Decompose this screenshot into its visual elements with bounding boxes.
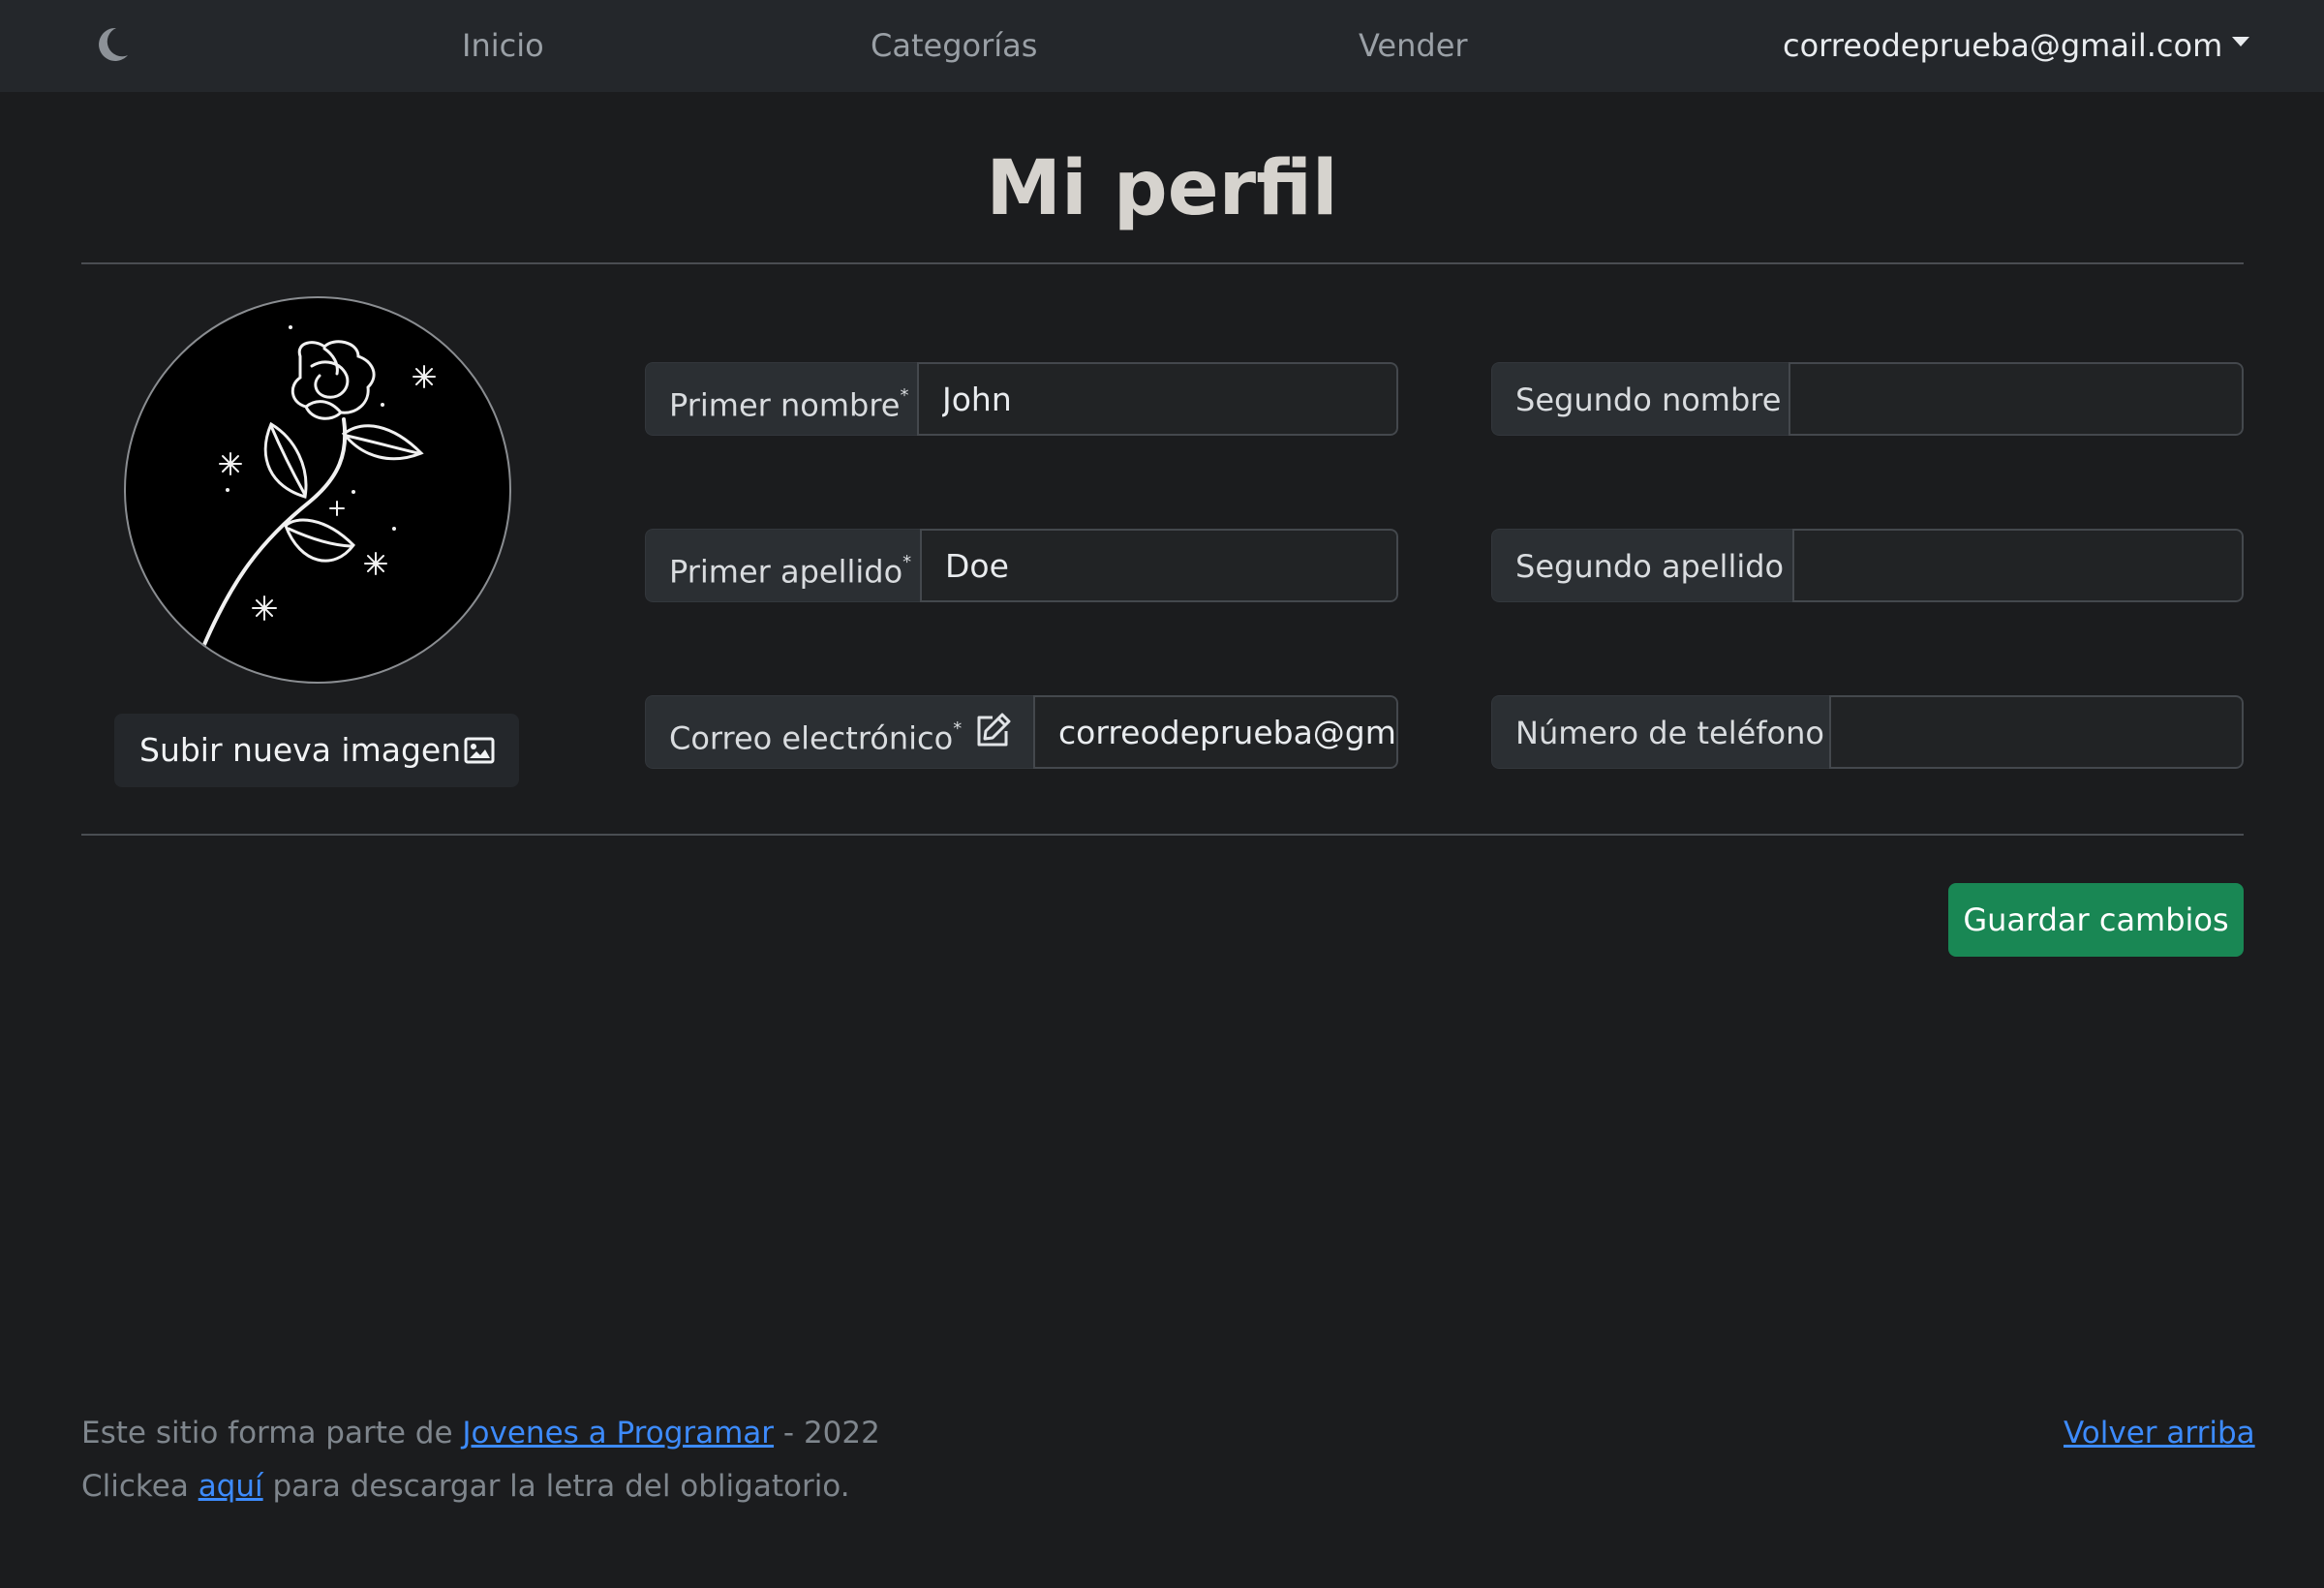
telefono-group: Número de teléfono [1491,695,2244,769]
primer-apellido-input[interactable] [920,529,1398,602]
avatar [124,296,511,684]
primer-apellido-label: Primer apellido* [645,529,920,602]
rose-illustration [201,325,436,649]
telefono-input[interactable] [1829,695,2244,769]
image-icon [464,737,495,764]
segundo-apellido-input[interactable] [1792,529,2244,602]
footer-credit: Este sitio forma parte de Jovenes a Prog… [81,1416,880,1451]
moon-icon[interactable] [95,26,130,63]
primer-apellido-group: Primer apellido* [645,529,1398,602]
save-button[interactable]: Guardar cambios [1948,883,2244,957]
nav-link-inicio[interactable]: Inicio [462,0,544,92]
page-title: Mi perfil [986,145,1338,232]
user-dropdown[interactable]: correodeprueba@gmail.com [1783,0,2250,92]
segundo-nombre-label: Segundo nombre [1491,362,1789,436]
footer-download: Clickea aquí para descargar la letra del… [81,1469,850,1504]
correo-group: Correo electrónico* [645,695,1398,769]
segundo-apellido-group: Segundo apellido [1491,529,2244,602]
upload-image-button[interactable]: Subir nueva imagen [114,714,519,787]
nav-link-vender[interactable]: Vender [1359,0,1468,92]
caret-down-icon [2232,37,2250,46]
primer-nombre-group: Primer nombre* [645,362,1398,436]
back-to-top-link[interactable]: Volver arriba [2064,1416,2255,1451]
telefono-label: Número de teléfono [1491,695,1829,769]
correo-input[interactable] [1033,695,1398,769]
nav-link-categorias[interactable]: Categorías [871,0,1037,92]
divider [81,834,2244,836]
primer-nombre-label: Primer nombre* [645,362,917,436]
segundo-apellido-label: Segundo apellido [1491,529,1792,602]
segundo-nombre-group: Segundo nombre [1491,362,2244,436]
primer-nombre-input[interactable] [917,362,1398,436]
edit-icon[interactable] [973,712,1012,750]
download-link[interactable]: aquí [199,1469,263,1504]
user-email: correodeprueba@gmail.com [1783,27,2223,64]
divider [81,262,2244,264]
correo-label: Correo electrónico* [645,695,1033,769]
jovenes-a-programar-link[interactable]: Jovenes a Programar [462,1416,774,1451]
segundo-nombre-input[interactable] [1789,362,2244,436]
navbar: Inicio Categorías Vender correodeprueba@… [0,0,2324,92]
upload-image-label: Subir nueva imagen [139,731,462,769]
